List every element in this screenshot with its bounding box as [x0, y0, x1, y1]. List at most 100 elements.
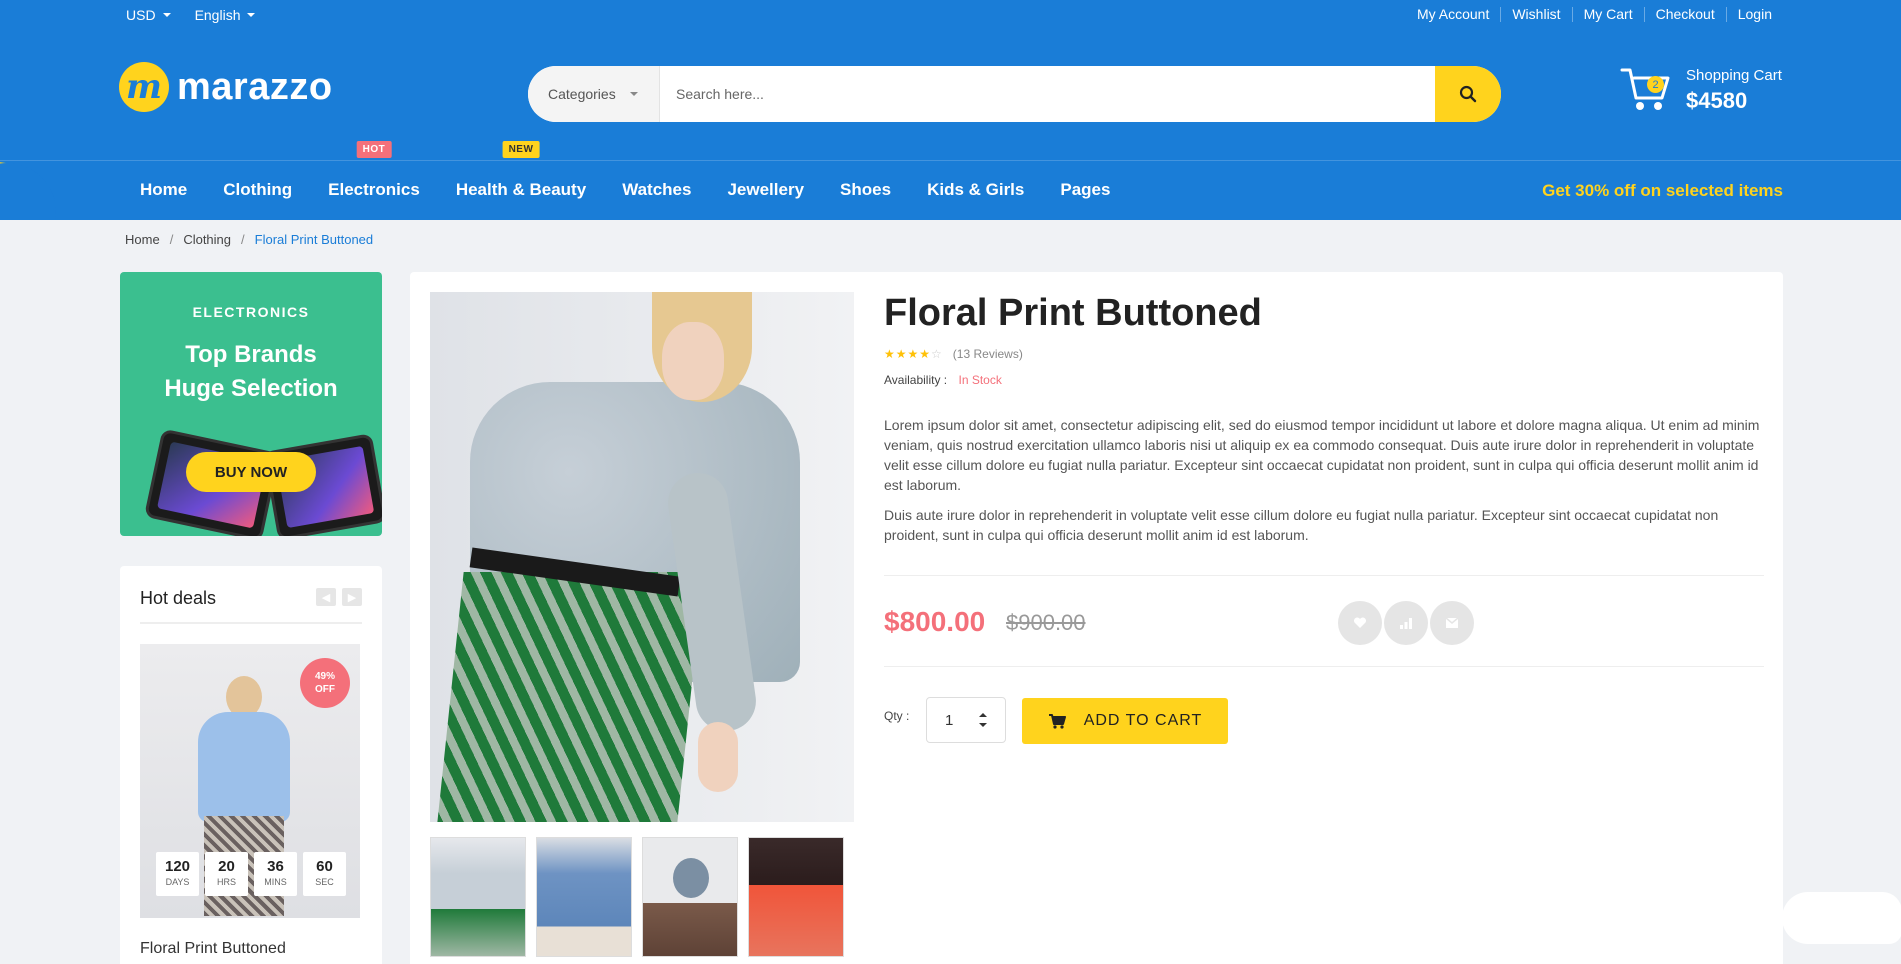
price-row: $800.00 $900.00	[884, 576, 1764, 666]
deal-countdown: 120 DAYS 20 HRS 36 MINS 60 SEC	[156, 852, 346, 896]
availability-label: Availability :	[884, 373, 948, 387]
top-bar: USD English My Account Wishlist My Cart …	[0, 0, 1901, 32]
add-to-cart-button[interactable]: ADD TO CART	[1022, 698, 1228, 744]
quantity-stepper[interactable]	[926, 697, 1006, 743]
prev-deal-button[interactable]: ◀	[316, 588, 336, 606]
login-link[interactable]: Login	[1725, 7, 1783, 22]
product-rating: ★★★★☆ (13 Reviews)	[884, 347, 1764, 361]
buy-now-button[interactable]: BUY NOW	[186, 452, 316, 492]
nav-health-beauty[interactable]: NEW Health & Beauty	[438, 141, 604, 200]
product-title: Floral Print Buttoned	[884, 292, 1262, 334]
increase-icon[interactable]	[979, 713, 987, 717]
product-main-image[interactable]	[430, 292, 854, 822]
product-price: $800.00	[884, 606, 986, 637]
header-cart[interactable]: 2 Shopping Cart $4580	[1620, 64, 1782, 114]
language-dropdown[interactable]: English	[195, 7, 256, 23]
quantity-row: Qty : ADD TO CART	[884, 667, 1764, 747]
search-icon	[1459, 85, 1477, 103]
search-input[interactable]	[660, 66, 1435, 122]
my-account-link[interactable]: My Account	[1406, 7, 1500, 22]
chat-widget-shape[interactable]	[1782, 892, 1901, 944]
search-category-label: Categories	[548, 86, 616, 102]
breadcrumb-current: Floral Print Buttoned	[254, 232, 374, 247]
logo-text: marazzo	[177, 65, 333, 108]
email-button[interactable]	[1430, 601, 1474, 645]
product-thumbnail[interactable]	[642, 837, 738, 957]
quantity-label: Qty :	[884, 709, 910, 723]
nav-clothing[interactable]: Clothing	[205, 180, 310, 200]
product-thumbnail[interactable]	[748, 837, 844, 957]
currency-dropdown[interactable]: USD	[126, 7, 171, 23]
countdown-days: 120 DAYS	[156, 852, 199, 896]
new-tag: NEW	[502, 141, 540, 158]
add-to-cart-label: ADD TO CART	[1083, 712, 1203, 729]
product-thumbnail[interactable]	[536, 837, 632, 957]
wishlist-button[interactable]	[1338, 601, 1382, 645]
banner-title-line2: Huge Selection	[164, 375, 338, 402]
countdown-hours: 20 HRS	[205, 852, 248, 896]
heart-icon	[1353, 617, 1367, 628]
breadcrumb-separator: /	[169, 232, 174, 247]
description-paragraph: Lorem ipsum dolor sit amet, consectetur …	[884, 417, 1760, 493]
banner-title-line1: Top Brands	[185, 341, 317, 368]
nav-jewellery[interactable]: Jewellery	[709, 180, 822, 200]
description-paragraph: Duis aute irure dolor in reprehenderit i…	[884, 507, 1719, 543]
language-label: English	[194, 7, 241, 23]
chevron-right-icon: ▶	[347, 591, 357, 604]
quantity-input[interactable]	[927, 711, 973, 729]
chevron-down-icon	[629, 92, 638, 96]
product-thumbnail[interactable]	[430, 837, 526, 957]
decrease-icon[interactable]	[979, 723, 987, 727]
availability-value: In Stock	[958, 373, 1002, 387]
hot-tag: HOT	[356, 141, 392, 158]
search-category-dropdown[interactable]: Categories	[528, 66, 660, 122]
chevron-down-icon	[162, 13, 171, 17]
product-thumbnails	[430, 837, 844, 957]
search-button[interactable]	[1435, 66, 1501, 122]
logo-mark: m	[119, 62, 169, 112]
breadcrumb-category[interactable]: Clothing	[183, 232, 231, 247]
chevron-down-icon	[247, 13, 256, 17]
cart-count-badge: 2	[1647, 76, 1664, 93]
site-header: USD English My Account Wishlist My Cart …	[0, 0, 1901, 220]
deal-product-name[interactable]: Floral Print Buttoned	[140, 940, 286, 958]
envelope-icon	[1445, 617, 1459, 628]
wishlist-link[interactable]: Wishlist	[1500, 7, 1571, 22]
checkout-link[interactable]: Checkout	[1643, 7, 1726, 22]
countdown-seconds: 60 SEC	[303, 852, 346, 896]
decor-corner-inner	[0, 163, 56, 220]
site-logo[interactable]: m marazzo	[119, 62, 333, 112]
search-bar: Categories	[528, 66, 1501, 122]
currency-label: USD	[126, 7, 156, 23]
nav-watches[interactable]: Watches	[604, 180, 709, 200]
electronics-banner[interactable]: ELECTRONICS Top Brands Huge Selection BU…	[120, 272, 382, 536]
nav-kids-girls[interactable]: Kids & Girls	[909, 180, 1042, 200]
my-cart-link[interactable]: My Cart	[1571, 7, 1644, 22]
banner-kicker: ELECTRONICS	[192, 304, 310, 320]
signal-icon	[1400, 618, 1412, 629]
banner-title: Top Brands Huge Selection	[120, 338, 382, 406]
cart-total: $4580	[1686, 88, 1748, 113]
compare-button[interactable]	[1384, 601, 1428, 645]
hot-deals-title: Hot deals	[140, 588, 217, 608]
next-deal-button[interactable]: ▶	[342, 588, 362, 606]
product-old-price: $900.00	[1006, 610, 1086, 635]
product-description: Lorem ipsum dolor sit amet, consectetur …	[884, 415, 1764, 545]
main-nav: Home Clothing HOT Electronics NEW Health &…	[122, 141, 1128, 220]
breadcrumb-home[interactable]: Home	[125, 232, 160, 247]
nav-electronics-label: Electronics	[328, 180, 420, 199]
cart-icon: 2	[1620, 64, 1672, 114]
chevron-left-icon: ◀	[321, 591, 331, 604]
breadcrumb: Home / Clothing / Floral Print Buttoned	[125, 232, 373, 247]
discount-badge: 49% OFF	[300, 658, 350, 708]
deal-product-image[interactable]: 49% OFF 120 DAYS 20 HRS 36 MINS 60 SEC	[140, 644, 360, 918]
nav-shoes[interactable]: Shoes	[822, 180, 909, 200]
availability: Availability : In Stock	[884, 373, 1764, 387]
promo-text[interactable]: Get 30% off on selected items	[1542, 181, 1783, 201]
reviews-link[interactable]: (13 Reviews)	[953, 347, 1023, 361]
nav-electronics[interactable]: HOT Electronics	[310, 141, 438, 200]
cart-label: Shopping Cart	[1686, 67, 1782, 84]
nav-home[interactable]: Home	[122, 180, 205, 200]
nav-pages[interactable]: Pages	[1042, 180, 1128, 200]
divider	[140, 622, 362, 624]
